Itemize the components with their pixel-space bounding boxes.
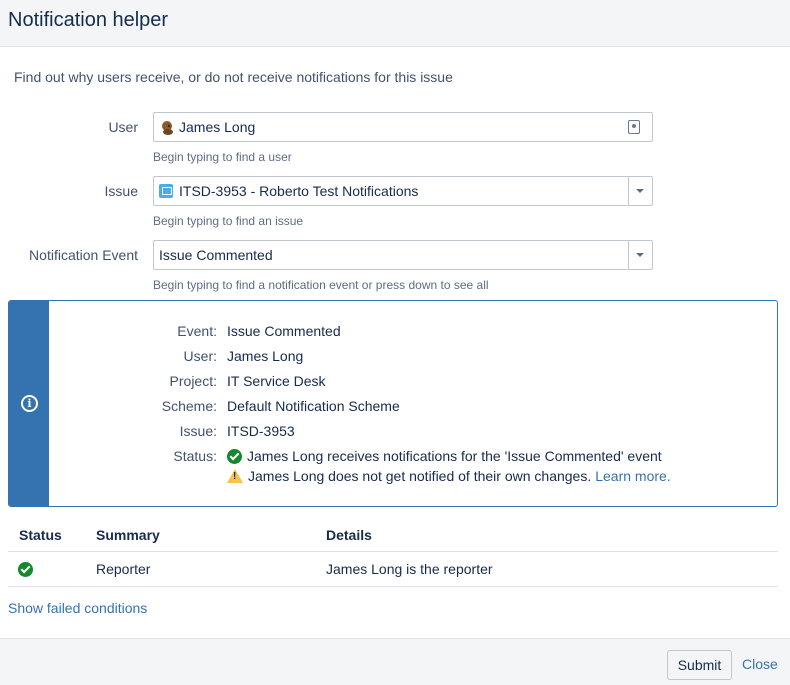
learn-more-link[interactable]: Learn more. (595, 468, 670, 484)
dialog-header: Notification helper (0, 0, 790, 47)
issue-help: Begin typing to find an issue (153, 214, 304, 228)
dialog-footer: Submit Close (0, 638, 790, 685)
col-header-details: Details (326, 527, 372, 543)
info-panel: i Event: Issue Commented User: James Lon… (8, 300, 778, 507)
event-label: Notification Event (29, 247, 138, 263)
info-user-link[interactable]: James Long (227, 348, 303, 364)
issue-field[interactable]: ITSD-3953 - Roberto Test Notifications (153, 176, 653, 206)
user-help: Begin typing to find a user (153, 150, 292, 164)
user-field[interactable]: James Long (153, 112, 653, 142)
chevron-down-icon[interactable] (628, 177, 652, 205)
event-field[interactable]: Issue Commented (153, 240, 653, 270)
intro-text: Find out why users receive, or do not re… (14, 69, 453, 85)
user-value: James Long (179, 119, 256, 135)
info-scheme-link[interactable]: Default Notification Scheme (227, 398, 400, 414)
event-help: Begin typing to find a notification even… (153, 278, 489, 292)
info-event-value: Issue Commented (227, 323, 341, 339)
close-link[interactable]: Close (742, 656, 778, 672)
issue-value: ITSD-3953 - Roberto Test Notifications (179, 183, 419, 199)
user-label: User (108, 119, 138, 135)
avatar (159, 119, 175, 135)
show-failed-conditions-link[interactable]: Show failed conditions (8, 600, 147, 616)
warning-icon (227, 469, 243, 483)
chevron-down-icon[interactable] (628, 241, 652, 269)
status-line-2: James Long does not get notified of thei… (248, 468, 592, 484)
info-icon: i (21, 395, 38, 412)
status-line-1: James Long receives notifications for th… (247, 448, 662, 464)
check-circle-icon (18, 562, 33, 577)
col-header-status: Status (19, 527, 62, 543)
submit-button[interactable]: Submit (667, 650, 732, 680)
event-value: Issue Commented (159, 247, 273, 263)
info-project-link[interactable]: IT Service Desk (227, 373, 326, 389)
check-circle-icon (227, 448, 242, 464)
row-summary: Reporter (96, 561, 151, 577)
info-issue-link[interactable]: ITSD-3953 (227, 423, 295, 439)
contact-card-icon[interactable] (628, 120, 640, 134)
issue-type-icon (159, 184, 173, 198)
dialog-title: Notification helper (8, 9, 169, 31)
row-details: James Long is the reporter (326, 561, 493, 577)
col-header-summary: Summary (96, 527, 160, 543)
issue-label: Issue (104, 183, 138, 199)
